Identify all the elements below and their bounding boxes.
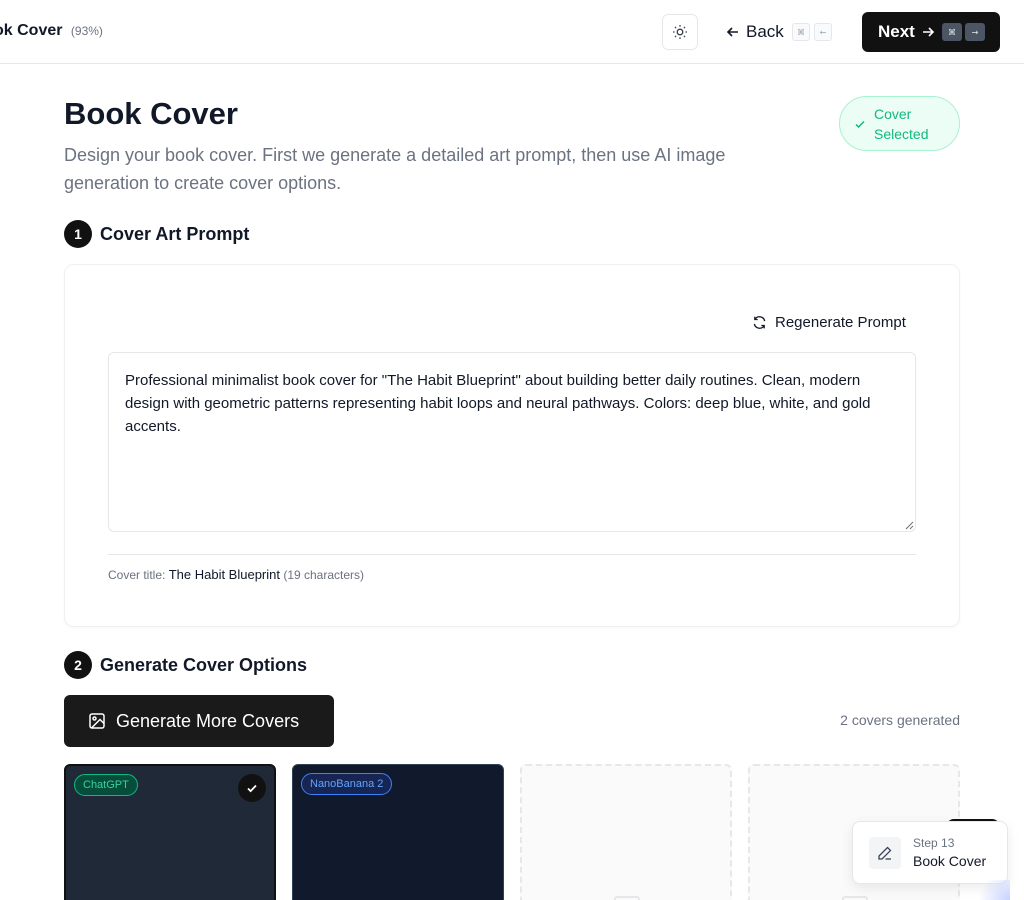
kbd-key: ⌘ [942, 23, 962, 41]
back-label: Back [746, 22, 784, 41]
generate-label: Generate More Covers [116, 710, 300, 731]
status-badge: Cover Selected [839, 96, 960, 151]
sun-icon [673, 25, 687, 39]
kbd-key: ← [814, 23, 832, 41]
corner-glow [970, 880, 1010, 900]
cover-option-nanobanana[interactable]: NanoBanana 2 [292, 764, 504, 900]
cover-option-chatgpt[interactable]: ChatGPT [64, 764, 276, 900]
regenerate-label: Regenerate Prompt [775, 314, 906, 331]
selected-check-icon [238, 774, 266, 802]
breadcrumb: ok Cover (93%) [0, 22, 103, 40]
resize-handle-icon[interactable] [904, 520, 914, 530]
cover-placeholder [520, 764, 732, 900]
theme-toggle-button[interactable] [662, 14, 698, 50]
divider [108, 554, 916, 555]
arrow-left-icon [726, 27, 738, 37]
image-placeholder-icon [842, 896, 868, 900]
page-title: Book Cover [64, 96, 238, 131]
kbd-key: → [965, 23, 985, 41]
toast-icon-box [869, 836, 901, 869]
cover-title-label: Cover title: [108, 568, 166, 582]
step-number: 2 [64, 651, 92, 679]
cover-title-value: The Habit Blueprint [168, 567, 280, 582]
section-cover-art-prompt-header: 1 Cover Art Prompt [64, 220, 249, 248]
step-number: 1 [64, 220, 92, 248]
top-bar: ok Cover (93%) Back ⌘ ← Next ⌘ → [0, 0, 1024, 64]
next-shortcut: ⌘ → [942, 23, 985, 41]
provider-badge: ChatGPT [74, 774, 138, 796]
toast-text: Step 13 Book Cover [913, 835, 986, 871]
next-label: Next [878, 22, 915, 41]
covers-count: 2 covers generated [840, 712, 960, 728]
toast-title: Book Cover [913, 852, 987, 869]
back-button[interactable]: Back [718, 14, 792, 50]
pencil-icon [878, 846, 892, 860]
section-generate-covers-header: 2 Generate Cover Options [64, 651, 307, 679]
check-icon [855, 120, 865, 128]
refresh-icon [753, 316, 766, 329]
page-description: Design your book cover. First we generat… [64, 145, 726, 193]
section-title: Generate Cover Options [100, 654, 308, 675]
status-badge-label: Cover Selected [874, 105, 929, 142]
prompt-textarea[interactable]: Professional minimalist book cover for "… [108, 352, 916, 532]
breadcrumb-title: ok Cover [0, 22, 63, 39]
section-title: Cover Art Prompt [100, 223, 250, 244]
step-toast[interactable]: Step 13 Book Cover [852, 821, 1008, 884]
image-placeholder-icon [614, 896, 640, 900]
toast-step: Step 13 [913, 835, 955, 850]
provider-badge: NanoBanana 2 [301, 773, 393, 795]
image-icon [89, 713, 105, 729]
kbd-key: ⌘ [792, 23, 810, 41]
regenerate-prompt-button[interactable]: Regenerate Prompt [752, 314, 906, 331]
generate-more-covers-button[interactable]: Generate More Covers [64, 695, 334, 747]
arrow-right-icon [922, 27, 934, 37]
cover-title-count: (19 characters) [283, 568, 365, 582]
progress-percent: (93%) [70, 24, 103, 38]
cover-title-info: Cover title: The Habit Blueprint (19 cha… [108, 567, 364, 582]
back-shortcut: ⌘ ← [792, 23, 832, 41]
